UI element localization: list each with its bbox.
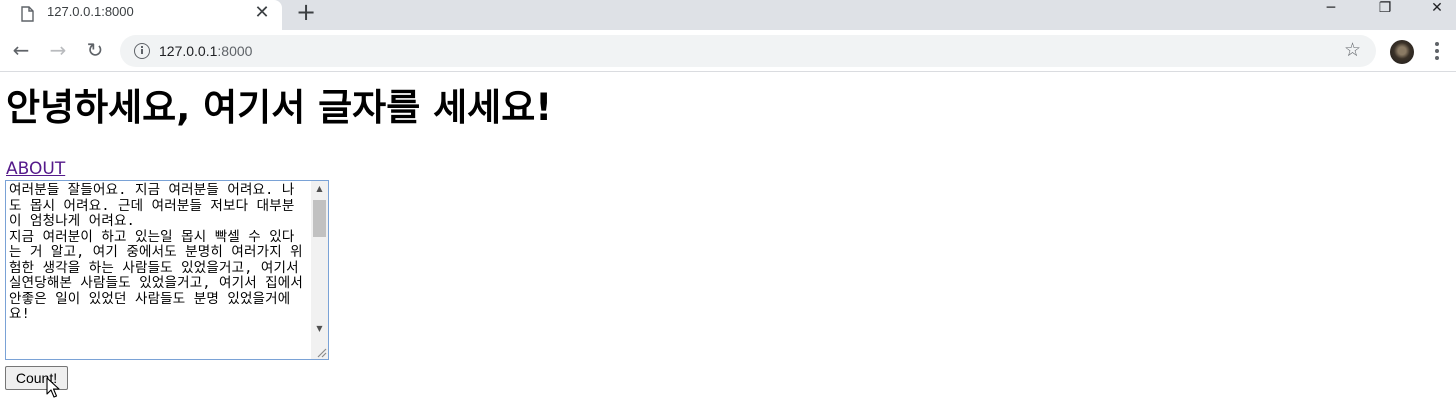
url-text[interactable]: 127.0.0.1:8000	[159, 42, 252, 60]
about-link[interactable]: ABOUT	[6, 159, 65, 179]
star-icon[interactable]: ☆	[1344, 39, 1361, 61]
scroll-down-icon[interactable]: ▼	[311, 321, 328, 336]
close-icon[interactable]: ✕	[252, 4, 272, 24]
resize-grip-icon[interactable]	[315, 346, 327, 358]
reload-icon[interactable]: ↻	[83, 39, 107, 63]
url-host: 127.0.0.1	[159, 43, 218, 59]
plus-icon[interactable]: +	[292, 0, 320, 28]
page-icon	[21, 6, 34, 22]
address-bar[interactable]: 127.0.0.1:8000	[120, 35, 1376, 67]
tab-strip: 127.0.0.1:8000 ✕ + ─ ❐ ✕	[0, 0, 1456, 30]
restore-button[interactable]: ❐	[1362, 0, 1408, 22]
scroll-up-icon[interactable]: ▲	[311, 181, 328, 196]
page-title: 안녕하세요, 여기서 글자를 세세요!	[6, 86, 553, 129]
browser-tab[interactable]: 127.0.0.1:8000 ✕	[0, 0, 282, 30]
text-area[interactable]: 여러분들 잘들어요. 지금 여러분들 어려요. 나도 몹시 어려요. 근데 여러…	[5, 180, 329, 360]
forward-arrow-icon[interactable]: →	[46, 39, 70, 63]
page-content: 안녕하세요, 여기서 글자를 세세요! ABOUT 여러분들 잘들어요. 지금 …	[0, 73, 1456, 411]
text-area-content[interactable]: 여러분들 잘들어요. 지금 여러분들 어려요. 나도 몹시 어려요. 근데 여러…	[6, 181, 310, 359]
minimize-button[interactable]: ─	[1308, 0, 1354, 22]
tab-title: 127.0.0.1:8000	[47, 4, 134, 19]
window-close-button[interactable]: ✕	[1414, 0, 1456, 22]
scrollbar[interactable]: ▲ ▼	[311, 181, 328, 359]
url-port: :8000	[217, 43, 253, 59]
browser-toolbar: ← → ↻ 127.0.0.1:8000 ☆	[0, 30, 1456, 72]
mouse-cursor-icon	[46, 377, 60, 398]
info-icon[interactable]	[134, 43, 150, 59]
scroll-thumb[interactable]	[313, 200, 326, 237]
menu-dots-icon[interactable]	[1430, 40, 1444, 62]
avatar[interactable]	[1390, 40, 1414, 64]
back-arrow-icon[interactable]: ←	[9, 39, 33, 63]
